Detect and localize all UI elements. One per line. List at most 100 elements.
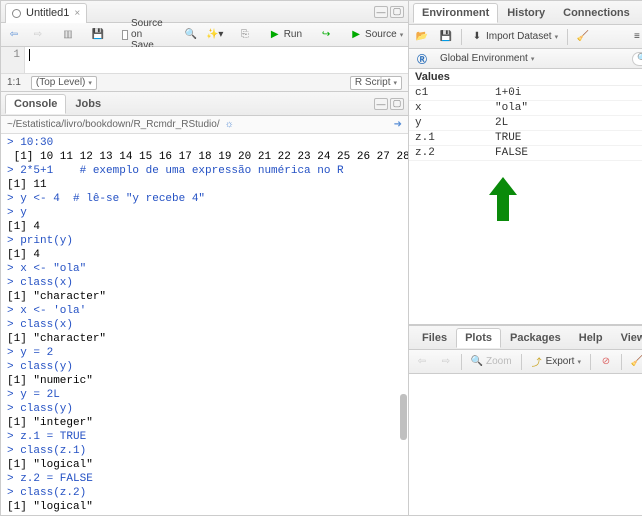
console-line: > class(y) [7,360,402,374]
import-dataset-button[interactable]: ⬇Import Dataset ▾ [468,30,561,44]
clear-plots-button[interactable]: 🧹 [628,355,642,369]
console-line: [1] "logical" [7,500,402,514]
console-line: > 10:30 [7,136,402,150]
run-label: Run [284,29,302,40]
console-line: [1] 4 [7,220,402,234]
env-variable-row[interactable]: z.1TRUE [409,131,642,146]
wand-button[interactable]: ✨▾ [206,28,224,42]
source-tabbar: Untitled1 × — ▢ [1,1,408,23]
import-dataset-label: Import Dataset [486,31,552,42]
back-button[interactable]: ⇦ [5,28,23,42]
console-line: > class(y) [7,402,402,416]
load-workspace-button[interactable]: 📂 [413,30,431,44]
maximize-icon[interactable]: ▢ [390,98,404,110]
show-in-new-window-button[interactable]: ▥ [59,28,77,42]
cursor-position: 1:1 [7,77,21,88]
pane-window-buttons: — ▢ [374,6,404,18]
environment-pane: Environment History Connections Git — ▢ … [409,1,642,325]
source-button[interactable]: ▶Source ▾ [347,28,406,42]
files-pane: Files Plots Packages Help Viewer — ▢ ⇦ ⇨… [409,325,642,515]
env-variable-row[interactable]: x"ola" [409,101,642,116]
forward-button[interactable]: ⇨ [29,28,47,42]
view-mode-button[interactable]: ≡List▾ [628,30,642,44]
console-line: [1] 10 11 12 13 14 15 16 17 18 19 20 21 … [7,150,402,164]
tab-console[interactable]: Console [5,94,66,114]
export-button[interactable]: ⤴Export ▾ [528,355,584,369]
console-line: [1] "logical" [7,458,402,472]
tab-connections[interactable]: Connections [554,3,639,23]
save-button[interactable]: 💾 [89,28,107,42]
env-body: Values c11+0ix"ola"y2Lz.1TRUEz.2FALSE [409,69,642,324]
console-pathbar: ~/Estatistica/livro/bookdown/R_Rcmdr_RSt… [1,116,408,134]
left-column: Untitled1 × — ▢ ⇦ ⇨ ▥ 💾 Source on Save [1,1,409,515]
find-button[interactable]: 🔍 [182,28,200,42]
tab-files[interactable]: Files [413,328,456,348]
maximize-icon[interactable]: ▢ [390,6,404,18]
console-line: > 2*5+1 # exemplo de uma expressão numér… [7,164,402,178]
tab-jobs[interactable]: Jobs [66,94,110,114]
report-button[interactable]: ⎘ [236,28,254,42]
console-line: > class(z.2) [7,486,402,500]
zoom-label: Zoom [486,356,512,367]
console-line: > y = 2L [7,388,402,402]
var-value: 2L [495,117,642,129]
var-name: z.1 [415,132,495,144]
tab-environment[interactable]: Environment [413,3,498,23]
var-name: z.2 [415,147,495,159]
scrollbar-thumb[interactable] [400,394,407,440]
tab-plots[interactable]: Plots [456,328,501,348]
tab-viewer[interactable]: Viewer [612,328,642,348]
env-tabs: Environment History Connections Git — ▢ [409,1,642,25]
env-toolbar: 📂 💾 ⬇Import Dataset ▾ 🧹 ≡List▾ ⟳ [409,25,642,49]
save-workspace-button[interactable]: 💾 [437,30,455,44]
unsaved-dot-icon [12,9,21,18]
console-line: > x <- "ola" [7,262,402,276]
var-value: "ola" [495,102,642,114]
console-line: > print(y) [7,234,402,248]
env-variable-row[interactable]: y2L [409,116,642,131]
console-line: [1] 4 [7,248,402,262]
env-variable-row[interactable]: c11+0i [409,86,642,101]
editor-code-area[interactable] [25,47,408,73]
rstudio-app: Untitled1 × — ▢ ⇦ ⇨ ▥ 💾 Source on Save [0,0,642,516]
console-output[interactable]: > 10:30 [1] 10 11 12 13 14 15 16 17 18 1… [1,134,408,515]
env-search[interactable]: 🔍 [632,52,642,66]
source-tab-untitled1[interactable]: Untitled1 × [5,3,87,23]
minimize-icon[interactable]: — [374,98,388,110]
scope-selector[interactable]: (Top Level)▾ [31,76,97,90]
tab-history[interactable]: History [498,3,554,23]
env-section-values: Values [409,69,642,86]
close-icon[interactable]: × [74,8,80,19]
plots-body [409,374,642,515]
export-label: Export [546,356,575,367]
tab-packages[interactable]: Packages [501,328,570,348]
source-toolbar: ⇦ ⇨ ▥ 💾 Source on Save 🔍 ✨▾ ⎘ ▶Run ↪ ▶So… [1,23,408,47]
rerun-button[interactable]: ↪ [317,28,335,42]
console-line: [1] "integer" [7,416,402,430]
env-variable-row[interactable]: z.2FALSE [409,146,642,161]
var-name: x [415,102,495,114]
env-scopebar: Ⓡ Global Environment ▾ 🔍 [409,49,642,69]
plot-next-button[interactable]: ⇨ [437,355,455,369]
goto-wd-icon[interactable]: ➜ [394,119,402,130]
language-selector[interactable]: R Script▾ [350,76,402,90]
console-line: > class(z.1) [7,444,402,458]
source-statusbar: 1:1 (Top Level)▾ R Script▾ [1,73,408,91]
console-line: > z.2 = FALSE [7,472,402,486]
var-name: y [415,117,495,129]
source-editor[interactable]: 1 [1,47,408,73]
var-value: FALSE [495,147,642,159]
run-button[interactable]: ▶Run [266,28,305,42]
wd-picker-icon[interactable]: ☼ [222,118,237,131]
remove-plot-button[interactable]: ⊘ [597,355,615,369]
tab-help[interactable]: Help [570,328,612,348]
scope-selector[interactable]: Global Environment ▾ [437,52,537,65]
clear-workspace-button[interactable]: 🧹 [574,30,592,44]
console-line: [1] 11 [7,178,402,192]
plot-prev-button[interactable]: ⇦ [413,355,431,369]
minimize-icon[interactable]: — [374,6,388,18]
var-value: 1+0i [495,87,642,99]
zoom-button[interactable]: 🔍Zoom [468,355,515,369]
var-value: TRUE [495,132,642,144]
source-button-label: Source [365,29,397,40]
